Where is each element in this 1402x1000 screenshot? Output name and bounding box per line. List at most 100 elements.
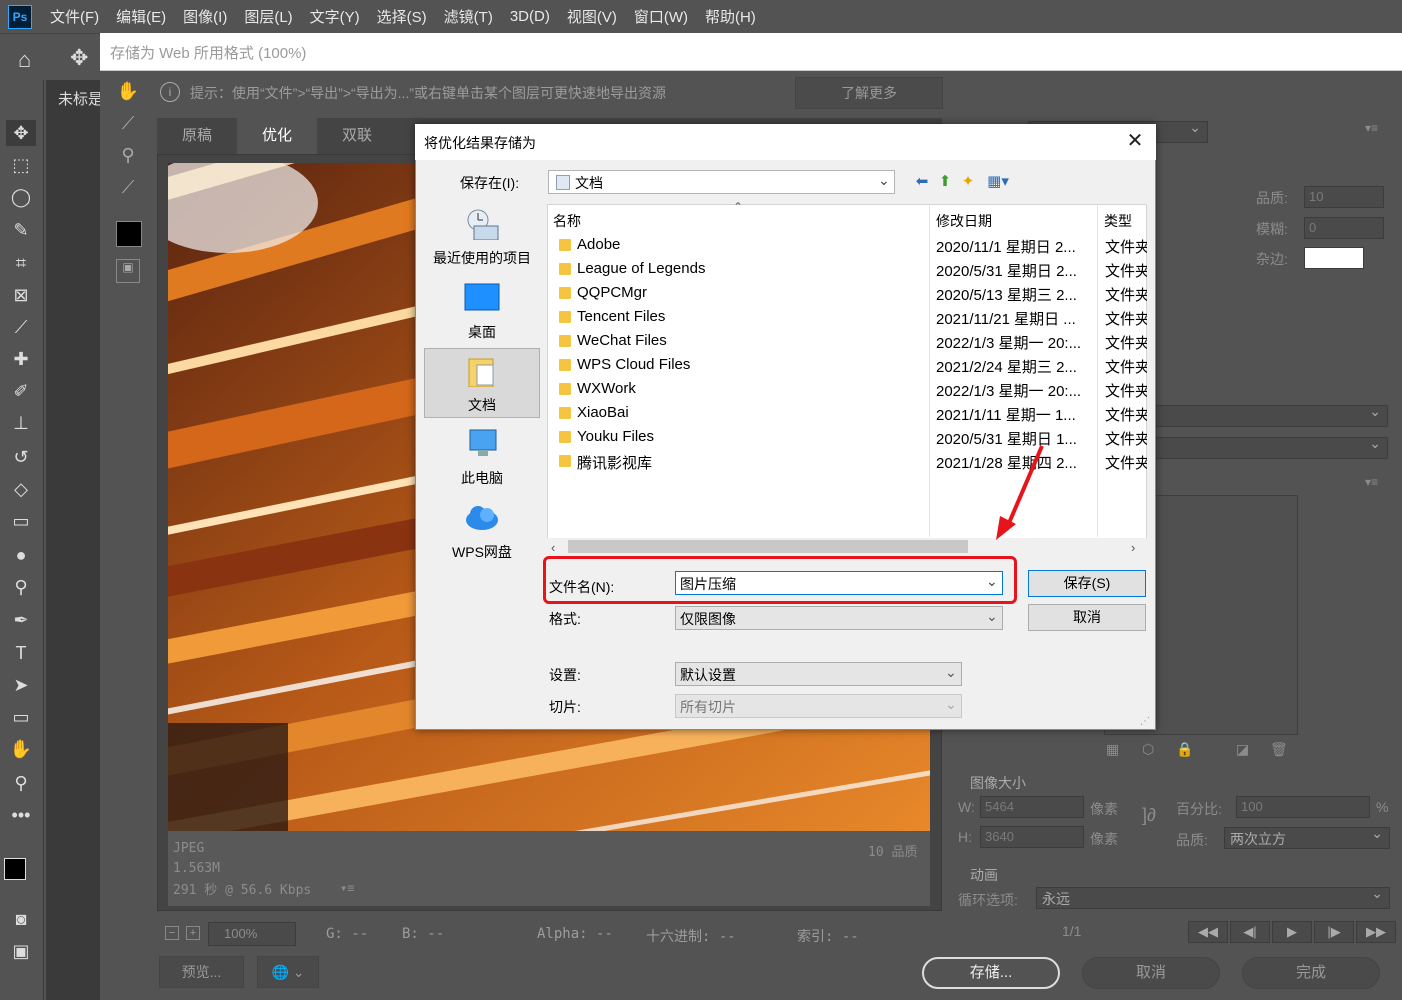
menu-file[interactable]: 文件(F) [50,6,99,27]
move-tool-icon[interactable]: ✥ [6,120,36,146]
marquee-tool-icon[interactable]: ⬚ [6,152,36,178]
quick-select-icon[interactable]: ✎ [6,217,36,243]
play-icon[interactable]: ▶ [1272,921,1312,943]
eraser-tool-icon[interactable]: ◇ [6,476,36,502]
frame-tool-icon[interactable]: ⊠ [6,282,36,308]
zoom-tool-icon[interactable]: ⚲ [6,770,36,796]
save-button[interactable]: 保存(S) [1028,570,1146,597]
new-color-icon[interactable]: ◪ [1236,741,1249,758]
resize-grip-icon[interactable]: ⋰ [1140,716,1150,727]
toggle-slices-icon[interactable]: ▣ [116,259,140,283]
menu-type[interactable]: 文字(Y) [310,6,360,27]
menu-help[interactable]: 帮助(H) [705,6,756,27]
place-recent[interactable]: 最近使用的项目 [424,202,540,272]
place-desktop[interactable]: 桌面 [424,276,540,346]
place-documents[interactable]: 文档 [424,348,540,418]
list-item[interactable]: WeChat Files 2022/1/3 星期一 20:... 文件夹 [549,329,1147,353]
menu-image[interactable]: 图像(I) [183,6,227,27]
info-menu-icon[interactable]: ▾≡ [340,881,354,895]
column-type[interactable]: 类型 [1104,211,1132,231]
hand-tool-icon[interactable]: ✋ [6,736,36,762]
list-item[interactable]: QQPCMgr 2020/5/13 星期三 2... 文件夹 [549,281,1147,305]
chevron-down-icon[interactable]: ⌄ [878,172,890,189]
blur-tool-icon[interactable]: ● [6,542,36,568]
matte-color-swatch[interactable] [1304,247,1364,269]
preset-menu-icon[interactable]: ▾≡ [1365,121,1378,135]
width-input[interactable]: 5464 [980,796,1084,818]
list-item[interactable]: WPS Cloud Files 2021/2/24 星期三 2... 文件夹 [549,353,1147,377]
cancel-button[interactable]: 取消 [1028,604,1146,631]
web-snap-icon[interactable]: ⬡ [1142,741,1154,758]
lock-color-icon[interactable]: 🔒 [1176,741,1193,758]
menu-layer[interactable]: 图层(L) [244,6,292,27]
menu-edit[interactable]: 编辑(E) [116,6,166,27]
move-icon[interactable]: ✥ [70,45,88,71]
view-menu-icon[interactable]: ▦▾ [983,172,1013,192]
first-frame-icon[interactable]: ◀◀ [1188,921,1228,943]
chevron-down-icon[interactable]: ⌄ [986,608,998,625]
menu-select[interactable]: 选择(S) [377,6,427,27]
scrollbar-thumb[interactable] [568,540,968,553]
eyedropper-icon[interactable]: ⟋ [116,177,140,201]
up-folder-icon[interactable]: ⬆ [935,172,955,192]
menu-filter[interactable]: 滤镜(T) [444,6,493,27]
format-select[interactable]: 仅限图像 [675,606,1003,630]
type-tool-icon[interactable]: T [6,640,36,666]
column-date[interactable]: 修改日期 [936,211,992,231]
lasso-tool-icon[interactable]: ◯ [6,184,36,210]
menu-window[interactable]: 窗口(W) [634,6,688,27]
scroll-right-icon[interactable]: › [1131,540,1135,555]
eyedropper-icon[interactable]: ⟋ [6,314,36,340]
slice-select-icon[interactable]: ⟋ [116,113,140,137]
foreground-color-swatch[interactable] [4,858,26,880]
brush-tool-icon[interactable]: ✐ [6,378,36,404]
more-tools-icon[interactable]: ••• [6,802,36,828]
list-item[interactable]: 腾讯影视库 2021/1/28 星期四 2... 文件夹 [549,449,1147,473]
gradient-tool-icon[interactable]: ▭ [6,508,36,534]
browser-preview-button[interactable]: 🌐 ⌄ [257,956,319,988]
place-this-pc[interactable]: 此电脑 [424,422,540,492]
tab-2up[interactable]: 双联 [317,118,397,154]
chevron-down-icon[interactable]: ⌄ [945,664,957,681]
document-tab[interactable]: 未标是 [58,88,103,109]
crop-tool-icon[interactable]: ⌗ [6,250,36,276]
delete-color-icon[interactable]: 🗑 [1270,741,1288,758]
map-transparent-icon[interactable]: ▦ [1106,741,1119,758]
prev-frame-icon[interactable]: ◀| [1230,921,1270,943]
height-input[interactable]: 3640 [980,826,1084,848]
zoom-level-select[interactable]: 100% [208,922,296,946]
zoom-in-icon[interactable]: + [186,926,200,940]
tab-original[interactable]: 原稿 [157,118,237,154]
sfw-save-button[interactable]: 存储... [922,957,1060,989]
tab-optimized[interactable]: 优化 [237,118,317,154]
close-icon[interactable]: ✕ [1124,128,1146,154]
quality-input[interactable]: 10 [1304,186,1384,208]
menu-view[interactable]: 视图(V) [567,6,617,27]
blur-input[interactable]: 0 [1304,217,1384,239]
menu-3d[interactable]: 3D(D) [510,8,550,25]
zoom-icon[interactable]: ⚲ [116,145,140,169]
sfw-done-button[interactable]: 完成 [1242,957,1380,989]
save-in-select[interactable]: 文档 [548,170,895,194]
quick-mask-icon[interactable]: ◙ [6,906,36,932]
stamp-tool-icon[interactable]: ⊥ [6,410,36,436]
learn-more-button[interactable]: 了解更多 [795,77,943,109]
place-wps-cloud[interactable]: WPS网盘 [424,496,540,566]
path-select-icon[interactable]: ➤ [6,672,36,698]
percent-input[interactable]: 100 [1236,796,1370,818]
home-icon[interactable]: ⌂ [18,47,44,73]
list-item[interactable]: WXWork 2022/1/3 星期一 20:... 文件夹 [549,377,1147,401]
history-brush-icon[interactable]: ↺ [6,444,36,470]
link-constrain-icon[interactable]: ]∂ [1142,805,1156,826]
preview-button[interactable]: 预览... [159,956,244,988]
next-frame-icon[interactable]: |▶ [1314,921,1354,943]
list-item[interactable]: Youku Files 2020/5/31 星期日 1... 文件夹 [549,425,1147,449]
shape-tool-icon[interactable]: ▭ [6,704,36,730]
resample-select[interactable]: 两次立方 [1224,825,1390,849]
scroll-left-icon[interactable]: ‹ [551,540,555,555]
list-item[interactable]: XiaoBai 2021/1/11 星期一 1... 文件夹 [549,401,1147,425]
loop-select[interactable]: 永远 [1036,885,1390,909]
dodge-tool-icon[interactable]: ⚲ [6,574,36,600]
eyedropper-color-swatch[interactable] [116,221,142,247]
hand-icon[interactable]: ✋ [116,81,140,105]
